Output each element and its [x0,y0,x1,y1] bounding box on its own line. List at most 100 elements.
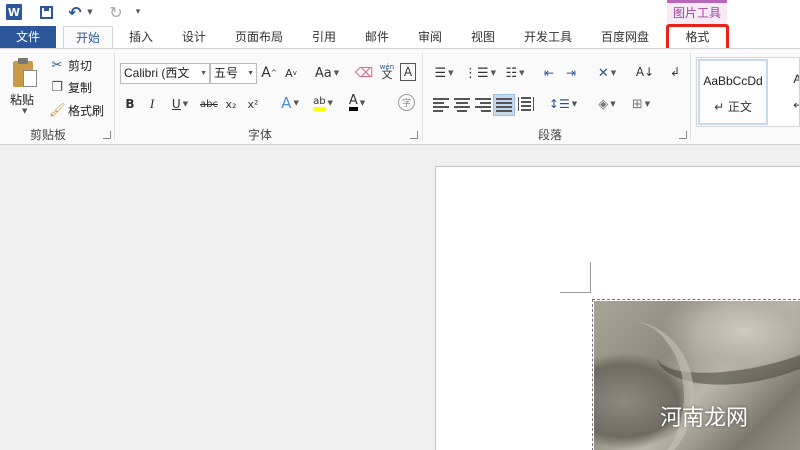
line-spacing-icon: ↕☰ [548,97,570,111]
tab-design[interactable]: 设计 [174,26,214,48]
undo-dropdown-icon[interactable]: ▼ [86,3,94,21]
character-border-icon[interactable]: A [400,63,416,81]
tab-references[interactable]: 引用 [305,26,343,48]
style-item-no-spacing[interactable]: AaBl ↵ 无 [771,59,799,125]
tab-developer[interactable]: 开发工具 [517,26,579,48]
align-left-icon[interactable] [433,98,449,112]
subscript-button[interactable]: x₂ [223,94,239,114]
scissors-icon: ✂ [51,57,63,73]
clipboard-group-label: 剪贴板 [29,128,66,142]
font-color-icon: A [348,94,358,111]
paragraph-group-label: 段落 [537,128,562,142]
clipboard-dialog-launcher-icon[interactable] [103,131,111,139]
enclose-characters-icon[interactable]: 字 [398,94,415,111]
border-icon: ⊞ [631,96,643,112]
align-center-icon[interactable] [454,98,470,112]
quick-access-toolbar: W ↶ ▼ ↻ ▾ 图片工具 [0,0,800,26]
highlight-button[interactable]: ab ▼ [308,93,338,113]
copy-button[interactable]: ❐ 复制 [49,77,92,97]
italic-button[interactable]: I [145,94,159,114]
format-painter-icon: 🖌 [49,102,66,118]
shading-button[interactable]: ◈ ▼ [592,94,622,114]
style-sample: AaBbCcDd [703,74,763,88]
superscript-button[interactable]: x² [245,94,261,114]
save-icon[interactable] [38,3,54,21]
font-name-combo[interactable]: Calibri (西文 ▼ [120,63,210,84]
paste-button-label[interactable]: 粘贴 [10,91,34,108]
paste-icon[interactable] [11,57,39,89]
customize-qat-icon[interactable]: ▾ [133,3,143,21]
font-name-dropdown-icon[interactable]: ▼ [200,64,207,83]
document-page[interactable]: 河南龙网 [435,166,800,450]
document-workspace: 河南龙网 [0,145,800,450]
shrink-font-icon[interactable]: Av [284,63,298,83]
undo-icon[interactable]: ↶ [66,3,84,22]
line-spacing-button[interactable]: ↕☰ ▼ [548,94,578,114]
group-divider [690,53,691,141]
numbering-button[interactable]: ⋮☰ ▼ [464,63,496,83]
sort-icon[interactable]: A↓ [636,62,654,82]
redo-icon[interactable]: ↻ [107,3,125,22]
bullets-icon: ☰ [434,65,447,81]
strikethrough-button[interactable]: abc [200,94,218,114]
margin-corner-mark [560,262,591,293]
tab-format[interactable]: 格式 [666,24,729,51]
ribbon-tabs: 文件 开始 插入 设计 页面布局 引用 邮件 审阅 视图 开发工具 百度网盘 格… [0,24,800,51]
cut-button[interactable]: ✂ 剪切 [49,55,92,75]
change-case-button[interactable]: Aa ▼ [312,63,342,83]
decrease-indent-icon[interactable]: ⇤ [540,63,558,83]
copy-label: 复制 [68,80,93,95]
bullets-button[interactable]: ☰ ▼ [429,63,459,83]
chinese-layout-button[interactable]: ✕ ▼ [592,63,622,83]
tab-baidu-netdisk[interactable]: 百度网盘 [594,26,656,48]
bold-button[interactable]: B [123,94,137,114]
increase-indent-icon[interactable]: ⇥ [562,63,580,83]
font-name-value: Calibri (西文 [124,66,190,80]
word-app-icon[interactable]: W [6,4,22,20]
tab-insert[interactable]: 插入 [121,26,161,48]
paste-dropdown-icon[interactable]: ▼ [22,107,27,115]
style-name: ↵ 无 [771,96,799,113]
ribbon-home: 粘贴 ▼ ✂ 剪切 ❐ 复制 🖌 格式刷 剪贴板 Calibri (西文 ▼ 五… [0,48,800,145]
style-name: ↵ 正文 [714,100,752,114]
borders-button[interactable]: ⊞ ▼ [626,94,656,114]
style-item-normal[interactable]: AaBbCcDd ↵ 正文 [698,59,768,125]
cut-label: 剪切 [68,58,93,73]
format-painter-label: 格式刷 [68,103,105,118]
selected-picture[interactable]: 河南龙网 [592,299,800,450]
tab-page-layout[interactable]: 页面布局 [230,26,288,48]
paint-bucket-icon: ◈ [598,96,609,112]
group-divider [114,53,115,141]
font-size-combo[interactable]: 五号 ▼ [210,63,257,84]
justify-icon[interactable] [496,98,512,112]
tab-review[interactable]: 审阅 [410,26,450,48]
clear-formatting-icon[interactable]: ⌫ [355,63,373,83]
font-size-value: 五号 [214,66,239,80]
style-sample: AaBl [771,72,799,86]
chinese-layout-icon: ✕ [597,65,609,81]
tab-home[interactable]: 开始 [63,26,113,49]
grow-font-icon[interactable]: A ^ [261,63,276,83]
copy-icon: ❐ [51,79,63,95]
show-formatting-marks-icon[interactable]: ↲ [668,62,682,82]
font-group-label: 字体 [247,128,272,142]
font-size-dropdown-icon[interactable]: ▼ [247,64,254,83]
tab-file[interactable]: 文件 [0,26,56,48]
text-effects-button[interactable]: A ▼ [276,93,304,113]
align-right-icon[interactable] [475,98,491,112]
font-color-button[interactable]: A ▼ [342,93,372,113]
group-divider [422,53,423,141]
distributed-icon[interactable] [518,97,534,111]
watermark-text: 河南龙网 [660,406,749,431]
paragraph-dialog-launcher-icon[interactable] [679,131,687,139]
tab-mailings[interactable]: 邮件 [358,26,396,48]
multilevel-list-button[interactable]: ☷ ▼ [500,63,530,83]
highlighter-icon: ab [313,96,326,111]
phonetic-guide-icon[interactable]: wén 文 [378,61,396,81]
underline-button[interactable]: U ▼ [167,94,193,114]
multilevel-list-icon: ☷ [505,65,518,81]
format-painter-button[interactable]: 🖌 格式刷 [49,100,104,120]
picture-tools-context-label: 图片工具 [667,0,727,24]
font-dialog-launcher-icon[interactable] [410,131,418,139]
tab-view[interactable]: 视图 [463,26,503,48]
